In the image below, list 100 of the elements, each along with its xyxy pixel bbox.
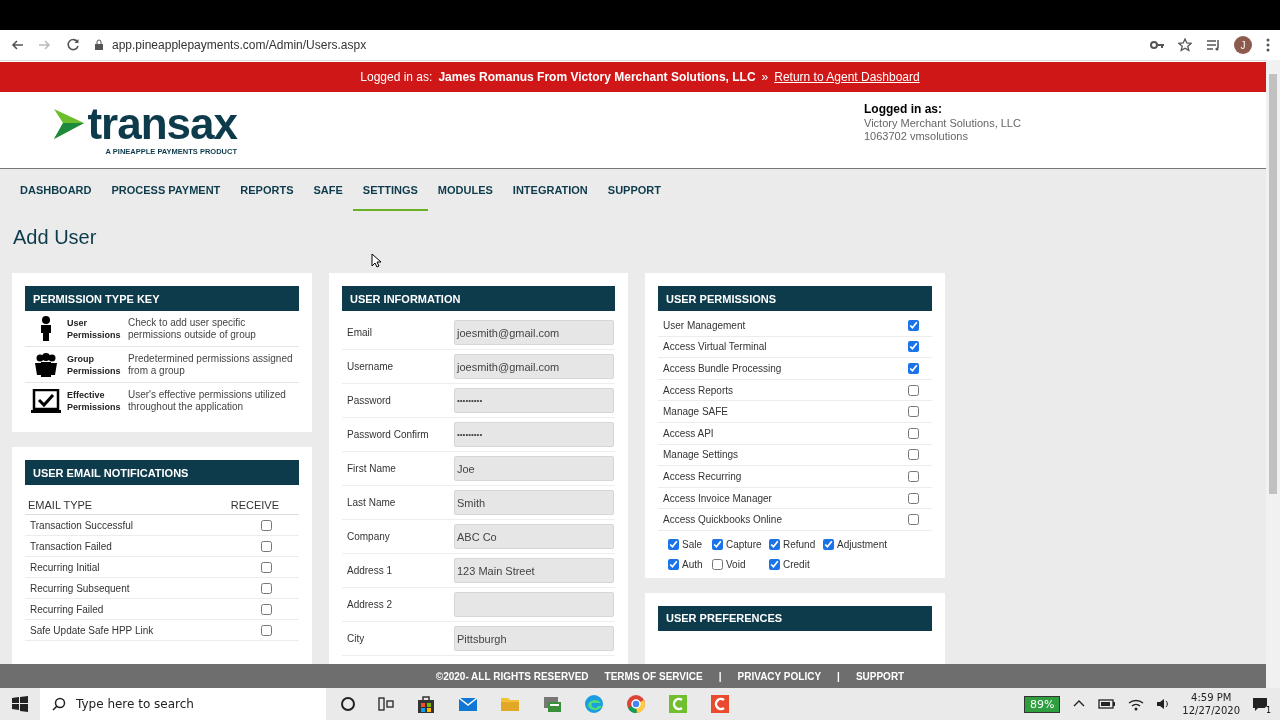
permission-label: Access API (663, 427, 714, 439)
checkbox[interactable] (908, 341, 919, 353)
field-label: Password Confirm (347, 429, 430, 440)
windows-start-icon[interactable] (12, 696, 28, 712)
input-field[interactable] (454, 592, 614, 617)
permission-type: Effective Permissions (67, 388, 122, 413)
address-bar[interactable]: app.pineapplepayments.com/Admin/Users.aspx (112, 38, 367, 52)
logo-wordmark: transax (87, 102, 237, 146)
checkbox[interactable] (261, 540, 272, 552)
checkbox[interactable] (712, 558, 723, 570)
checkbox-label: Sale (682, 538, 702, 550)
reload-icon[interactable] (66, 38, 80, 52)
checkbox[interactable] (769, 558, 780, 570)
star-icon[interactable] (1178, 38, 1192, 52)
input-field[interactable]: Joe (454, 456, 614, 481)
checkbox[interactable] (908, 492, 919, 504)
document-app-icon[interactable] (542, 694, 562, 714)
input-field[interactable]: Smith (454, 490, 614, 515)
checkbox[interactable] (823, 538, 834, 550)
checkbox[interactable] (261, 582, 272, 594)
permission-label: Manage Settings (663, 449, 739, 461)
permission-label: Access Reports (663, 384, 734, 396)
screen-recorder-icon[interactable] (710, 694, 730, 714)
wifi-icon[interactable] (1128, 697, 1145, 711)
checkbox[interactable] (712, 538, 723, 550)
separator: | (837, 670, 840, 682)
circle-icon[interactable] (340, 696, 356, 712)
field-label: City (347, 633, 366, 644)
input-field[interactable]: joesmith@gmail.com (454, 320, 614, 345)
panel-header: USER PREFERENCES (658, 605, 932, 631)
checkbox[interactable] (908, 406, 919, 418)
email-type: Recurring Initial (30, 561, 100, 573)
shopping-bag-icon[interactable] (416, 694, 436, 714)
permission-type: Group Permissions (67, 352, 122, 377)
key-icon[interactable] (1150, 38, 1164, 52)
permission-label: Access Virtual Terminal (663, 341, 767, 353)
chrome-browser-icon[interactable] (626, 694, 646, 714)
checkbox[interactable] (908, 514, 919, 526)
checkbox[interactable] (261, 561, 272, 573)
nav-tab[interactable]: MODULES (427, 169, 503, 211)
app-icon[interactable] (668, 694, 688, 714)
taskbar-search[interactable]: Type here to search (40, 688, 326, 720)
checkbox[interactable] (908, 363, 919, 374)
permission-label: Access Quickbooks Online (663, 514, 782, 526)
edge-browser-icon[interactable] (584, 694, 604, 714)
input-field[interactable]: ••••••••• (454, 422, 614, 447)
battery-icon[interactable] (1098, 697, 1117, 711)
profile-avatar[interactable]: J (1234, 36, 1252, 54)
checkbox[interactable] (908, 319, 919, 331)
input-field[interactable]: 123 Main Street (454, 558, 614, 583)
nav-tab[interactable]: DASHBOARD (10, 169, 102, 211)
menu-icon[interactable] (1266, 38, 1270, 52)
checkbox[interactable] (261, 603, 272, 615)
nav-tab[interactable]: SAFE (303, 169, 353, 211)
checkbox[interactable] (908, 427, 919, 439)
panel-header: USER EMAIL NOTIFICATIONS (25, 460, 299, 486)
separator: | (718, 670, 722, 682)
task-view-icon[interactable] (378, 696, 394, 712)
permission-description: User's effective permissions utilized throughout the application (128, 388, 287, 413)
speaker-icon[interactable] (1156, 697, 1171, 711)
field-label: Last Name (347, 497, 397, 508)
user-name: James Romanus From Victory Merchant Solutions, LLC (438, 70, 756, 84)
input-field[interactable]: ••••••••• (454, 388, 614, 413)
footer-link[interactable]: TERMS OF SERVICE (604, 670, 703, 682)
media-icon[interactable] (1206, 38, 1220, 52)
email-type: Transaction Failed (30, 540, 112, 552)
input-field[interactable]: Pittsburgh (454, 626, 614, 651)
input-field[interactable]: ABC Co (454, 524, 614, 549)
checkbox[interactable] (908, 470, 919, 482)
notification-count: 1 (1263, 706, 1273, 715)
cursor-icon (371, 253, 382, 268)
notification-icon[interactable] (1252, 696, 1268, 712)
back-icon[interactable] (10, 38, 24, 52)
checkbox[interactable] (668, 558, 679, 570)
nav-tab[interactable]: REPORTS (230, 169, 304, 211)
input-field[interactable]: joesmith@gmail.com (454, 354, 614, 379)
mail-icon[interactable] (458, 694, 478, 714)
nav-tab[interactable]: SUPPORT (597, 169, 671, 211)
nav-tab[interactable]: PROCESS PAYMENT (101, 169, 231, 211)
checkbox[interactable] (769, 538, 780, 550)
scrollbar-thumb[interactable] (1269, 74, 1277, 494)
checkbox-label: Refund (783, 538, 816, 550)
dashboard-link[interactable]: Return to Agent Dashboard (774, 70, 920, 84)
footer-link[interactable]: PRIVACY POLICY (737, 670, 822, 682)
checkbox[interactable] (908, 449, 919, 461)
leaf-logo-icon (54, 109, 85, 139)
permission-description: Check to add user specific permissions outside of group (128, 316, 257, 341)
search-icon (52, 697, 66, 711)
checkbox[interactable] (908, 384, 919, 396)
footer-link[interactable]: SUPPORT (855, 670, 905, 682)
field-label: First Name (347, 463, 397, 474)
permission-label: Access Bundle Processing (663, 363, 782, 374)
checkbox[interactable] (668, 538, 679, 550)
panel-header: USER PERMISSIONS (658, 286, 932, 311)
page-title: Add User (13, 226, 97, 249)
checkbox[interactable] (261, 624, 272, 636)
panel-header: PERMISSION TYPE KEY (25, 286, 299, 311)
nav-tab[interactable]: INTEGRATION (502, 169, 598, 211)
checkbox[interactable] (261, 519, 272, 531)
email-type: Safe Update Safe HPP Link (30, 624, 154, 636)
